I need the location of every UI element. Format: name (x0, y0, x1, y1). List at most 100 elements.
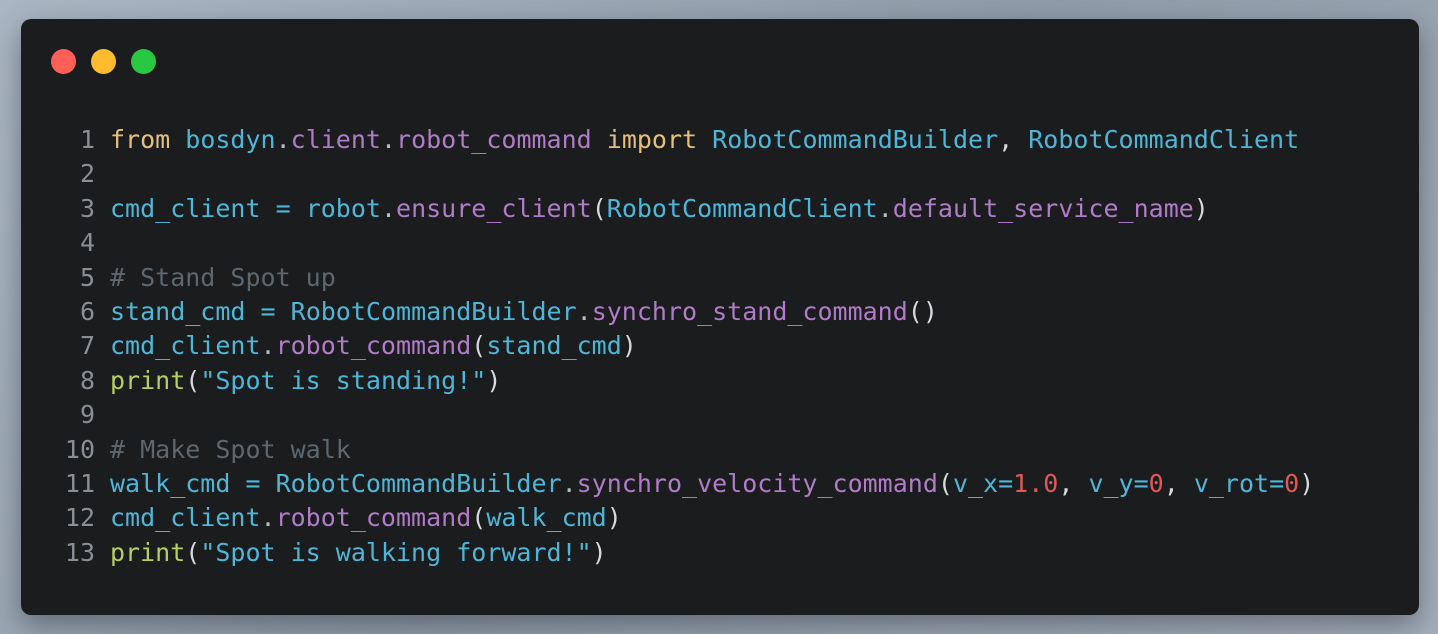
code-token: RobotCommandClient (606, 193, 878, 223)
code-token: synchro_velocity_command (576, 468, 938, 498)
maximize-button[interactable] (131, 49, 156, 74)
code-token: 1.0 (1013, 468, 1059, 498)
code-token: "Spot is standing!" (200, 365, 487, 395)
line-number: 1 (79, 125, 95, 154)
code-token: ) (486, 365, 502, 395)
minimize-button[interactable] (91, 49, 116, 74)
code-token: RobotCommandBuilder (275, 468, 562, 498)
code-token: RobotCommandBuilder (712, 125, 999, 154)
line-number: 7 (79, 331, 95, 361)
code-token: = (245, 468, 261, 498)
line-number: 5 (79, 262, 95, 292)
code-token: cmd_client (110, 331, 261, 361)
code-token: . (380, 125, 397, 154)
code-token: , (998, 125, 1029, 154)
code-token: . (576, 296, 592, 326)
line-number: 6 (79, 296, 95, 326)
line-number: 9 (79, 400, 95, 430)
code-line: 12 cmd_client.robot_command(walk_cmd) (21, 501, 1419, 535)
code-token: 0 (1284, 468, 1300, 498)
code-token: () (907, 296, 938, 326)
code-token: robot_command (275, 503, 472, 533)
code-token: walk_cmd (110, 468, 231, 498)
code-line: 11 walk_cmd = RobotCommandBuilder.synchro… (21, 467, 1419, 501)
code-token: robot_command (396, 125, 592, 154)
code-line: 4 (21, 226, 1419, 260)
code-token: ( (937, 468, 953, 498)
line-number: 10 (64, 434, 95, 464)
code-token: 0 (1148, 468, 1164, 498)
code-token: print (110, 537, 186, 567)
code-line: 6 stand_cmd = RobotCommandBuilder.synchro… (21, 295, 1419, 329)
code-token: default_service_name (892, 193, 1194, 223)
code-token: cmd_client (110, 193, 261, 223)
code-token: cmd_client (110, 503, 261, 533)
code-token: = (260, 296, 276, 326)
code-token: ) (606, 503, 622, 533)
line-number: 2 (79, 159, 95, 189)
close-button[interactable] (51, 49, 76, 74)
code-token: v_x (952, 468, 999, 498)
line-number: 13 (64, 537, 95, 567)
code-line: 9 (21, 398, 1419, 432)
code-token: . (561, 468, 577, 498)
code-token: , (1058, 468, 1089, 498)
code-block: 1 from bosdyn.client.robot_command import… (21, 123, 1419, 570)
code-token: v_y (1088, 468, 1134, 498)
code-line: 2 (21, 157, 1419, 191)
code-token: robot_command (275, 331, 472, 361)
code-token: ( (185, 365, 201, 395)
code-token: bosdyn (185, 125, 276, 154)
code-token: . (260, 503, 276, 533)
code-line: 1 from bosdyn.client.robot_command import… (21, 123, 1419, 157)
code-token: walk_cmd (486, 503, 607, 533)
code-token: = (998, 468, 1014, 498)
code-token: "Spot is walking forward!" (200, 537, 592, 567)
code-token: RobotCommandBuilder (290, 296, 577, 326)
code-token: # Stand Spot up (110, 262, 336, 292)
code-token: ( (471, 503, 487, 533)
code-token: RobotCommandClient (1028, 125, 1300, 154)
code-token: robot (305, 193, 381, 223)
code-token: = (275, 193, 291, 223)
code-token: , (1163, 468, 1194, 498)
code-token: stand_cmd (110, 296, 246, 326)
code-token: = (1269, 468, 1285, 498)
code-token: ) (621, 331, 637, 361)
code-token: ( (591, 193, 607, 223)
code-window: 1 from bosdyn.client.robot_command import… (21, 19, 1419, 615)
code-line: 7 cmd_client.robot_command(stand_cmd) (21, 329, 1419, 363)
line-number: 12 (64, 503, 95, 533)
code-line: 10 # Make Spot walk (21, 433, 1419, 467)
code-token: ) (1299, 468, 1315, 498)
code-line: 5 # Stand Spot up (21, 261, 1419, 295)
code-token: from (110, 125, 171, 154)
code-token: ) (1193, 193, 1209, 223)
code-token: import (606, 125, 698, 154)
line-number: 8 (79, 365, 95, 395)
code-token: . (275, 125, 291, 154)
code-token: ) (591, 537, 607, 567)
code-token: ( (185, 537, 201, 567)
code-token: stand_cmd (486, 331, 622, 361)
code-token: ( (471, 331, 487, 361)
code-line: 13 print("Spot is walking forward!") (21, 536, 1419, 570)
code-token: client (290, 125, 381, 154)
code-token: = (1133, 468, 1149, 498)
line-number: 4 (79, 228, 95, 258)
line-number: 11 (64, 468, 95, 498)
code-token: print (110, 365, 186, 395)
code-token: synchro_stand_command (591, 296, 908, 326)
code-line: 3 cmd_client = robot.ensure_client(RobotC… (21, 192, 1419, 226)
code-token: . (260, 331, 276, 361)
code-token: . (877, 193, 893, 223)
